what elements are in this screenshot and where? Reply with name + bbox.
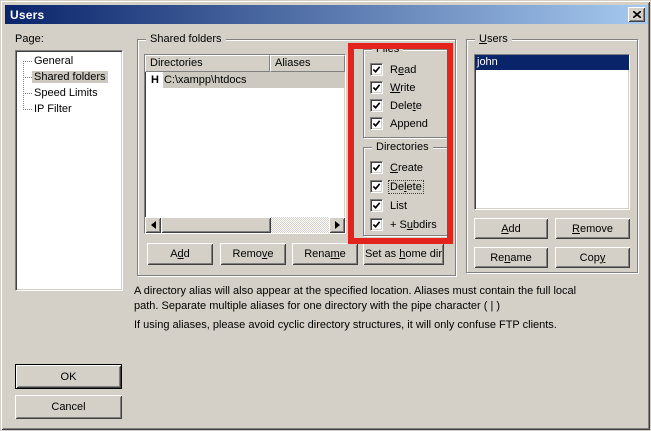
checkmark-icon [372,83,381,92]
subdirs-checkbox[interactable] [370,218,383,231]
tree-branch-line [23,109,32,110]
folder-rename-button[interactable]: Rename [292,243,358,265]
directories-group-label: Directories [372,141,433,153]
tree-item-general[interactable]: General [32,54,75,68]
page-label: Page: [15,33,44,45]
files-group-label: Files [372,43,403,55]
checkmark-icon [372,163,381,172]
checkmark-icon [372,182,381,191]
users-group-label: Users [475,33,512,45]
alias-info-line-1: A directory alias will also appear at th… [134,285,576,297]
scrollbar-track[interactable] [271,217,329,233]
tree-branch-line [23,61,32,62]
directories-list[interactable]: Directories Aliases H C:\xampp\htdocs [144,54,346,234]
close-button[interactable] [628,7,645,22]
h-scrollbar[interactable] [145,217,345,233]
folder-add-button[interactable]: Add [147,243,213,265]
file-delete-checkbox-row[interactable]: Delete [370,99,423,112]
file-delete-checkbox[interactable] [370,99,383,112]
append-checkbox[interactable] [370,117,383,130]
tree-item-ip-filter[interactable]: IP Filter [32,102,74,116]
list-checkbox-row[interactable]: List [370,199,408,212]
subdirs-checkbox-row[interactable]: + Subdirs [370,218,438,231]
window-title: Users [10,8,44,22]
read-checkbox[interactable] [370,63,383,76]
tree-item-shared-folders[interactable]: Shared folders [32,70,108,84]
create-checkbox[interactable] [370,161,383,174]
directories-list-header: Directories Aliases [145,55,345,72]
user-row-john[interactable]: john [475,55,629,70]
list-checkbox[interactable] [370,199,383,212]
arrow-right-icon [335,221,340,229]
dir-delete-checkbox[interactable] [370,180,383,193]
checkmark-icon [372,201,381,210]
ok-button[interactable]: OK [15,364,122,389]
alias-info-line-2: path. Separate multiple aliases for one … [134,300,500,312]
user-rename-button[interactable]: Rename [474,247,548,268]
create-checkbox-row[interactable]: Create [370,161,424,174]
read-checkbox-row[interactable]: Read [370,63,417,76]
folder-remove-button[interactable]: Remove [220,243,286,265]
users-dialog: Users Page: General Shared folders Speed… [0,0,651,431]
arrow-left-icon [151,221,156,229]
directory-row[interactable]: H C:\xampp\htdocs [145,72,345,88]
tree-item-speed-limits[interactable]: Speed Limits [32,86,100,100]
shared-folders-group-label: Shared folders [146,33,226,45]
alias-info-line-3: If using aliases, please avoid cyclic di… [134,319,557,331]
user-copy-button[interactable]: Copy [555,247,630,268]
column-header-directories[interactable]: Directories [145,55,270,72]
cancel-button[interactable]: Cancel [15,395,122,419]
set-as-home-dir-button[interactable]: Set as home dir [363,243,444,265]
tree-branch-line [23,93,32,94]
dir-delete-checkbox-row[interactable]: Delete [370,180,423,193]
scroll-left-button[interactable] [145,217,161,233]
directories-group: Directories Create Delete List + Subdirs [363,147,448,236]
files-group: Files Read Write Delete Append [363,49,448,138]
column-header-aliases[interactable]: Aliases [270,55,345,72]
scrollbar-thumb[interactable] [161,217,271,233]
directory-path[interactable]: C:\xampp\htdocs [163,72,345,88]
checkmark-icon [372,220,381,229]
append-checkbox-row[interactable]: Append [370,117,429,130]
users-list[interactable]: john [474,54,630,210]
checkmark-icon [372,101,381,110]
write-checkbox[interactable] [370,81,383,94]
scroll-right-button[interactable] [329,217,345,233]
tree-branch-line [23,77,32,78]
write-checkbox-row[interactable]: Write [370,81,416,94]
checkmark-icon [372,119,381,128]
user-remove-button[interactable]: Remove [555,218,630,239]
home-marker: H [145,74,163,86]
close-icon [633,11,641,18]
checkmark-icon [372,65,381,74]
titlebar[interactable]: Users [5,5,648,24]
user-add-button[interactable]: Add [474,218,548,239]
page-tree[interactable]: General Shared folders Speed Limits IP F… [15,50,123,291]
tree-connector-line [23,61,24,110]
